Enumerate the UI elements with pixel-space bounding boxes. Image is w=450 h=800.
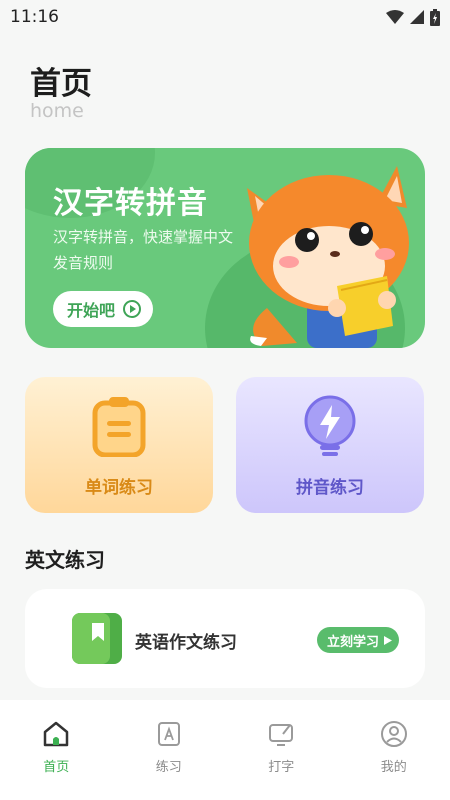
status-bar: 11:16 xyxy=(0,0,450,34)
pinyin-practice-card[interactable]: 拼音练习 xyxy=(236,377,424,513)
play-icon xyxy=(384,635,393,645)
banner-description: 汉字转拼音，快速掌握中文发音规则 xyxy=(53,228,234,272)
tab-profile-label: 我的 xyxy=(380,760,407,775)
lesson-title: 英语作文练习 xyxy=(135,633,237,653)
word-practice-label: 单词练习 xyxy=(85,478,153,498)
book-icon xyxy=(72,613,122,664)
profile-icon xyxy=(380,721,407,747)
english-essay-lesson-card[interactable]: 英语作文练习 立刻学习 xyxy=(25,589,425,688)
bottom-tab-bar: 首页 练习 打字 我的 xyxy=(0,700,450,800)
practice-book-icon xyxy=(157,722,180,746)
study-now-button[interactable]: 立刻学习 xyxy=(317,627,399,653)
tab-typing[interactable]: 打字 xyxy=(225,700,338,800)
signal-icon xyxy=(410,10,424,24)
study-now-label: 立刻学习 xyxy=(327,634,380,650)
pinyin-banner[interactable]: 汉字转拼音 汉字转拼音，快速掌握中文发音规则 开始吧 xyxy=(25,148,425,348)
start-button-label: 开始吧 xyxy=(67,301,116,320)
fox-mascot-illustration xyxy=(247,166,409,348)
lightbulb-icon xyxy=(304,395,356,456)
tab-profile[interactable]: 我的 xyxy=(338,700,450,800)
tab-home[interactable]: 首页 xyxy=(0,700,113,800)
battery-icon xyxy=(430,8,440,26)
word-practice-card[interactable]: 单词练习 xyxy=(25,377,213,513)
page-subtitle: home xyxy=(30,100,84,122)
tab-practice-label: 练习 xyxy=(155,760,182,775)
home-icon xyxy=(44,721,69,747)
section-title: 英文练习 xyxy=(25,548,105,572)
start-button[interactable]: 开始吧 xyxy=(53,291,153,327)
clipboard-icon xyxy=(92,397,146,457)
tab-home-label: 首页 xyxy=(43,760,70,775)
pinyin-practice-label: 拼音练习 xyxy=(296,478,364,498)
play-icon xyxy=(123,300,142,318)
tab-typing-label: 打字 xyxy=(268,760,295,775)
status-icons xyxy=(386,8,440,26)
status-time: 11:16 xyxy=(10,7,59,27)
typing-edit-icon xyxy=(269,724,294,746)
tab-practice[interactable]: 练习 xyxy=(113,700,226,800)
banner-title: 汉字转拼音 xyxy=(53,186,208,221)
wifi-icon xyxy=(386,10,404,24)
page-title: 首页 xyxy=(30,66,92,102)
